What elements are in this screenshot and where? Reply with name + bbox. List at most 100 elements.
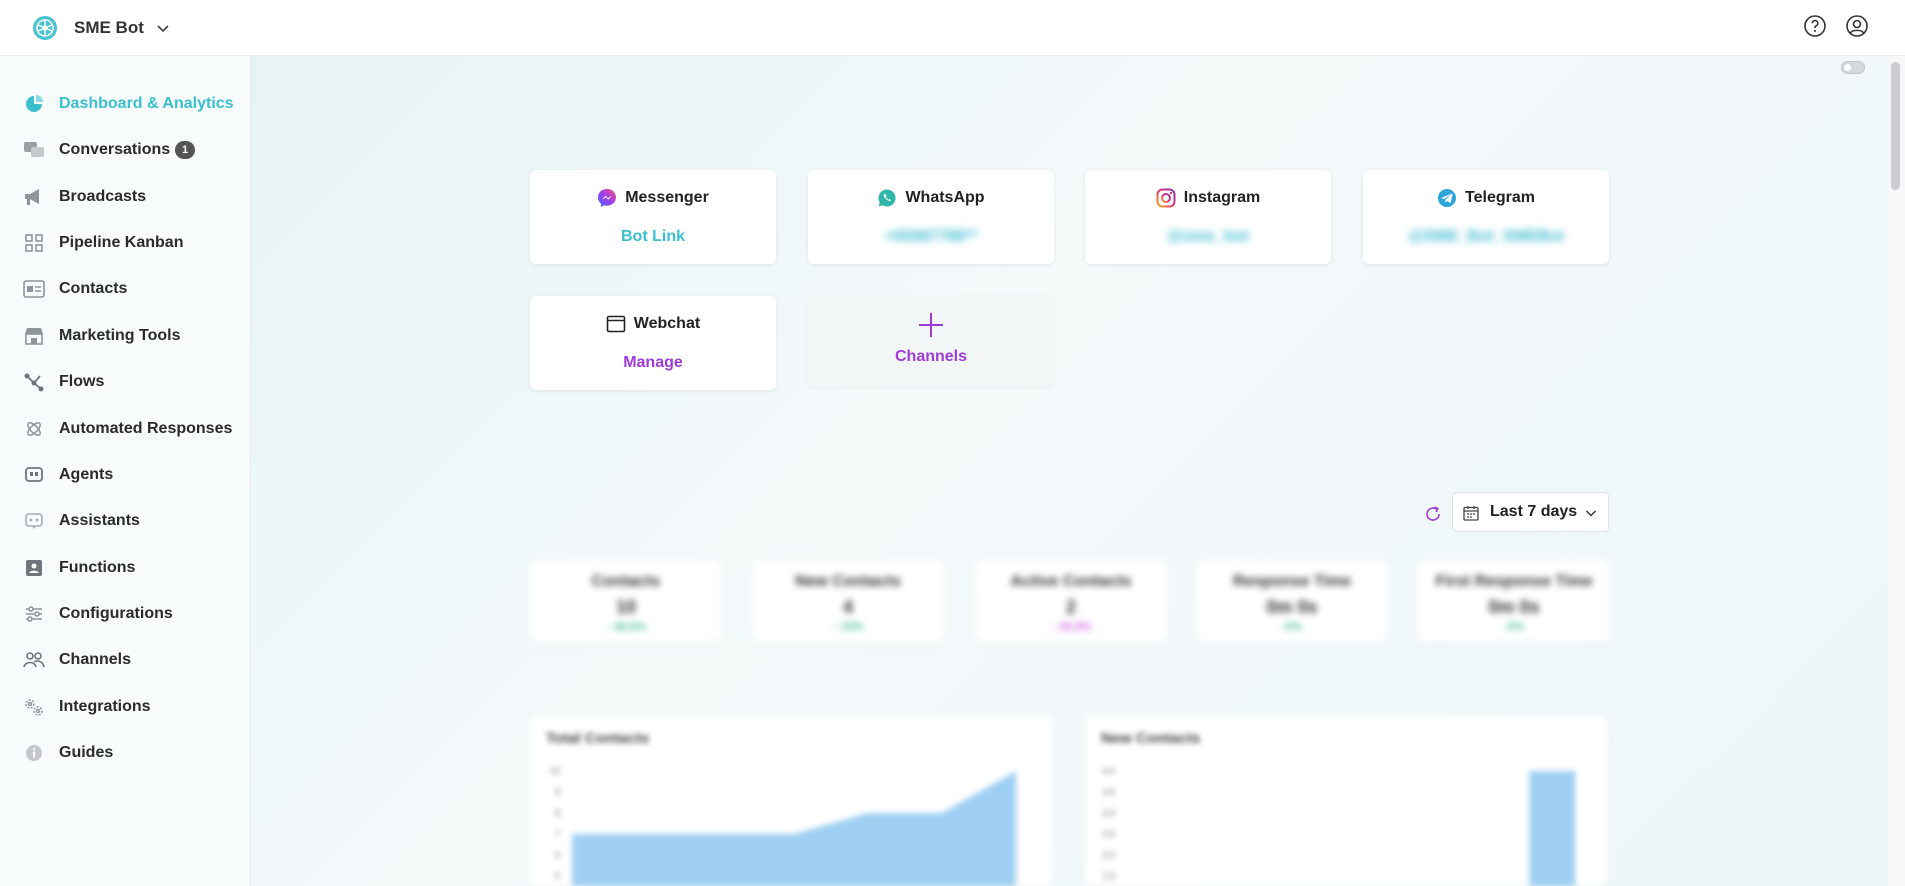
megaphone-icon <box>23 186 45 208</box>
stat-title: Active Contacts <box>1010 573 1132 590</box>
stat-card-first-response-time: First Response Time 0m 0s -0% <box>1418 560 1610 642</box>
telegram-icon <box>1438 189 1457 207</box>
sidebar-item-label: Pipeline Kanban <box>59 234 184 251</box>
pie-chart-icon <box>23 93 45 115</box>
chart-card-new-contacts: New Contacts 4.0 3.5 3.0 2.5 2.0 1.5 <box>1085 716 1607 886</box>
sidebar-item-label: Contacts <box>59 280 128 297</box>
messenger-icon <box>598 189 617 207</box>
bot-link[interactable]: Bot Link <box>530 228 776 246</box>
gears-icon <box>23 696 45 718</box>
agent-icon <box>23 464 45 486</box>
sidebar-item-assistants[interactable]: Assistants <box>0 501 250 541</box>
y-tick-label: 1.5 <box>1102 871 1115 881</box>
instagram-icon <box>1156 188 1176 208</box>
sidebar-item-label: Broadcasts <box>59 188 147 205</box>
workspace-name: SME Bot <box>74 17 144 37</box>
manage-webchat-link[interactable]: Manage <box>530 354 776 372</box>
stat-card-active-contacts: Active Contacts 2 ↓ 33.3% <box>975 560 1167 642</box>
sidebar-item-channels[interactable]: Channels <box>0 640 250 680</box>
y-tick-label: 3.5 <box>1102 787 1115 797</box>
refresh-icon[interactable] <box>1424 505 1442 523</box>
flow-nodes-icon <box>23 371 45 393</box>
user-account-icon[interactable] <box>1845 14 1869 38</box>
channel-name: Instagram <box>1183 189 1261 206</box>
sidebar-item-label: Marketing Tools <box>59 327 181 344</box>
sidebar-item-guides[interactable]: Guides <box>0 733 250 773</box>
sidebar-item-conversations[interactable]: Conversations 1 <box>0 130 250 170</box>
y-tick-label: 3.0 <box>1102 808 1115 818</box>
sidebar-item-integrations[interactable]: Integrations <box>0 687 250 727</box>
stat-value: 0m 0s <box>1266 597 1318 617</box>
channel-name: WhatsApp <box>905 189 985 206</box>
channel-name: Telegram <box>1465 189 1535 206</box>
chevron-down-icon <box>1585 510 1597 517</box>
calendar-icon <box>1463 506 1479 521</box>
channel-card-instagram: Instagram @sme_bot <box>1085 170 1331 264</box>
add-channel-button[interactable]: Channels <box>808 295 1054 387</box>
y-tick-label: 9 <box>555 787 560 797</box>
stat-value: 0m 0s <box>1488 597 1540 617</box>
sidebar-item-contacts[interactable]: Contacts <box>0 269 250 309</box>
sidebar-item-label: Conversations <box>59 141 171 158</box>
scrollbar-thumb[interactable] <box>1891 62 1900 190</box>
y-tick-label: 7 <box>555 829 560 839</box>
help-icon[interactable] <box>1803 14 1827 38</box>
stat-value: 2 <box>1065 597 1076 617</box>
whatsapp-number-link[interactable]: +55987788** <box>808 228 1054 246</box>
assistant-icon <box>23 510 45 532</box>
stat-title: First Response Time <box>1435 573 1593 590</box>
top-bar: SME Bot <box>0 0 1905 56</box>
new-contacts-chart: 4.0 3.5 3.0 2.5 2.0 1.5 <box>1102 766 1576 886</box>
workspace-switcher[interactable]: SME Bot <box>32 15 170 41</box>
plus-icon <box>919 313 943 337</box>
sidebar-item-flows[interactable]: Flows <box>0 362 250 402</box>
stat-title: Contacts <box>591 573 661 590</box>
function-icon <box>23 557 45 579</box>
sidebar-item-label: Flows <box>59 373 105 390</box>
sidebar-item-marketing-tools[interactable]: Marketing Tools <box>0 316 250 356</box>
sidebar-item-pipeline-kanban[interactable]: Pipeline Kanban <box>0 223 250 263</box>
stat-change: ↓ 33.3% <box>1051 621 1091 633</box>
sidebar-item-agents[interactable]: Agents <box>0 455 250 495</box>
date-range-select[interactable]: Last 7 days <box>1452 492 1609 532</box>
sidebar-item-automated-responses[interactable]: Automated Responses <box>0 409 250 449</box>
whatsapp-icon <box>878 189 896 207</box>
atom-icon <box>23 418 45 440</box>
brain-logo-icon <box>33 15 57 40</box>
chart-card-total-contacts: Total Contacts 10 9 8 7 6 5 <box>530 716 1052 886</box>
stat-change: ↑ 33% <box>832 621 864 633</box>
sidebar-item-label: Configurations <box>59 605 173 622</box>
stat-title: New Contacts <box>795 573 901 590</box>
browser-window-icon <box>606 315 626 333</box>
theme-toggle[interactable] <box>1841 61 1865 74</box>
sidebar-item-configurations[interactable]: Configurations <box>0 594 250 634</box>
y-tick-label: 2.0 <box>1102 850 1115 860</box>
chevron-down-icon <box>157 24 169 32</box>
sidebar-item-dashboard-analytics[interactable]: Dashboard & Analytics <box>0 84 250 124</box>
instagram-handle-link[interactable]: @sme_bot <box>1085 228 1331 246</box>
stat-card-new-contacts: New Contacts 4 ↑ 33% <box>752 560 944 642</box>
telegram-handle-link[interactable]: @SME_Bot_SMEBot <box>1363 228 1609 246</box>
stat-value: 10 <box>615 597 637 617</box>
sidebar-item-label: Functions <box>59 559 136 576</box>
sliders-icon <box>23 603 45 625</box>
sidebar-item-label: Agents <box>59 466 114 483</box>
stat-card-contacts: Contacts 10 ↑ 66.6% <box>530 560 722 642</box>
channel-card-messenger: Messenger Bot Link <box>530 170 776 264</box>
add-channel-label: Channels <box>894 348 967 365</box>
stat-card-response-time: Response Time 0m 0s -0% <box>1196 560 1388 642</box>
main-content <box>251 56 1905 886</box>
sidebar-item-label: Dashboard & Analytics <box>59 95 234 112</box>
sidebar-item-functions[interactable]: Functions <box>0 548 250 588</box>
sidebar-item-label: Channels <box>59 651 132 668</box>
sidebar-item-label: Assistants <box>59 512 140 529</box>
y-tick-label: 8 <box>555 808 560 818</box>
unread-count-badge: 1 <box>175 141 195 159</box>
bar <box>1529 771 1576 886</box>
y-tick-label: 2.5 <box>1102 829 1115 839</box>
shop-icon <box>23 325 45 347</box>
chat-bubbles-icon <box>23 139 45 161</box>
total-contacts-chart: 10 9 8 7 6 5 <box>550 766 1016 886</box>
sidebar-item-broadcasts[interactable]: Broadcasts <box>0 177 250 217</box>
sidebar-item-label: Integrations <box>59 698 151 715</box>
